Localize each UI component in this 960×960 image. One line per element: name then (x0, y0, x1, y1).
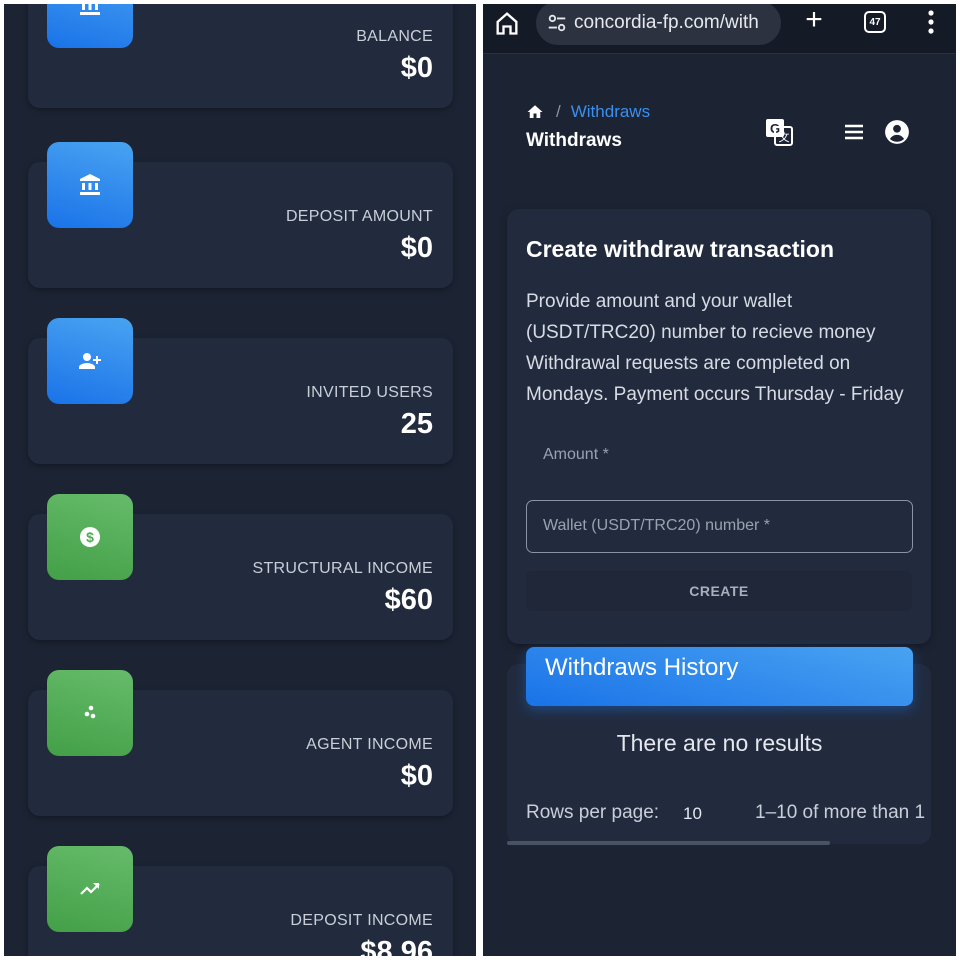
account-icon[interactable] (884, 119, 910, 145)
menu-icon[interactable] (843, 122, 865, 142)
tab-count-button[interactable]: 47 (864, 11, 886, 33)
form-title: Create withdraw transaction (526, 236, 835, 262)
stat-label: DEPOSIT INCOME (290, 912, 433, 929)
breadcrumb-home-icon[interactable] (526, 103, 544, 121)
stat-card-balance: BALANCE $0 (28, 4, 453, 108)
rows-per-page-label: Rows per page: (526, 802, 660, 823)
translate-icon[interactable]: G 文 (764, 117, 794, 147)
stat-label: BALANCE (356, 28, 433, 45)
breadcrumb-separator: / (556, 102, 561, 121)
empty-state-text: There are no results (616, 730, 823, 756)
create-button[interactable]: CREATE (526, 571, 912, 611)
stat-card-deposit-income: DEPOSIT INCOME $8.96 (28, 846, 453, 956)
form-description: Provide amount and your wallet (USDT/TRC… (526, 286, 926, 410)
amount-input[interactable]: Amount * (526, 436, 912, 488)
address-bar[interactable]: concordia-fp.com/with (536, 4, 781, 45)
svg-text:$: $ (86, 529, 94, 545)
amount-label: Amount * (543, 446, 609, 463)
pagination-range: 1–10 of more than 1 (755, 802, 926, 823)
history-header: Withdraws History (526, 647, 913, 706)
stat-label: INVITED USERS (306, 384, 433, 401)
stat-card-agent-income: AGENT INCOME $0 (28, 670, 453, 816)
stat-value: $0 (400, 52, 433, 84)
url-text: concordia-fp.com/with (574, 12, 759, 33)
home-icon[interactable] (493, 9, 521, 37)
stat-value: $8.96 (360, 936, 433, 956)
person-add-icon (47, 318, 133, 404)
horizontal-scrollbar[interactable] (507, 841, 830, 845)
stat-card-structural-income: $ STRUCTURAL INCOME $60 (28, 494, 453, 640)
stat-value: 25 (400, 408, 433, 440)
stat-value: $60 (384, 584, 433, 616)
breadcrumb-link-withdraws[interactable]: Withdraws (571, 102, 650, 122)
description-line: (USDT/TRC20) number to recieve money (526, 322, 876, 343)
rows-per-page-select[interactable]: 10 (683, 804, 702, 824)
stat-value: $0 (400, 232, 433, 264)
history-title: Withdraws History (545, 654, 739, 681)
description-line: Mondays. Payment occurs Thursday - Frida… (526, 384, 904, 405)
stat-label: AGENT INCOME (306, 736, 433, 753)
site-settings-icon[interactable] (546, 12, 568, 34)
page-title: Withdraws (526, 130, 622, 151)
dots-icon (47, 670, 133, 756)
breadcrumb: / Withdraws (526, 102, 650, 122)
svg-text:文: 文 (779, 130, 790, 144)
create-withdraw-card: Create withdraw transaction Provide amou… (507, 209, 931, 644)
browser-toolbar: concordia-fp.com/with + 47 (483, 4, 956, 54)
description-line: Withdrawal requests are completed on (526, 353, 851, 374)
withdraws-page: concordia-fp.com/with + 47 / Withdraws W… (483, 4, 956, 956)
trending-up-icon (47, 846, 133, 932)
bank-icon (47, 142, 133, 228)
wallet-input[interactable]: Wallet (USDT/TRC20) number * (526, 500, 913, 553)
stat-label: STRUCTURAL INCOME (252, 560, 433, 577)
stat-card-invited-users: INVITED USERS 25 (28, 318, 453, 464)
wallet-label: Wallet (USDT/TRC20) number * (543, 517, 771, 534)
dashboard-stats-panel: BALANCE $0 DEPOSIT AMOUNT $0 INVITED USE… (4, 4, 476, 956)
stat-value: $0 (400, 760, 433, 792)
dollar-circle-icon: $ (47, 494, 133, 580)
description-line: Provide amount and your wallet (526, 291, 793, 312)
new-tab-icon[interactable]: + (801, 5, 827, 36)
bank-icon (47, 4, 133, 48)
more-options-icon[interactable] (924, 8, 938, 36)
stat-card-deposit-amount: DEPOSIT AMOUNT $0 (28, 142, 453, 288)
stat-label: DEPOSIT AMOUNT (285, 208, 433, 225)
